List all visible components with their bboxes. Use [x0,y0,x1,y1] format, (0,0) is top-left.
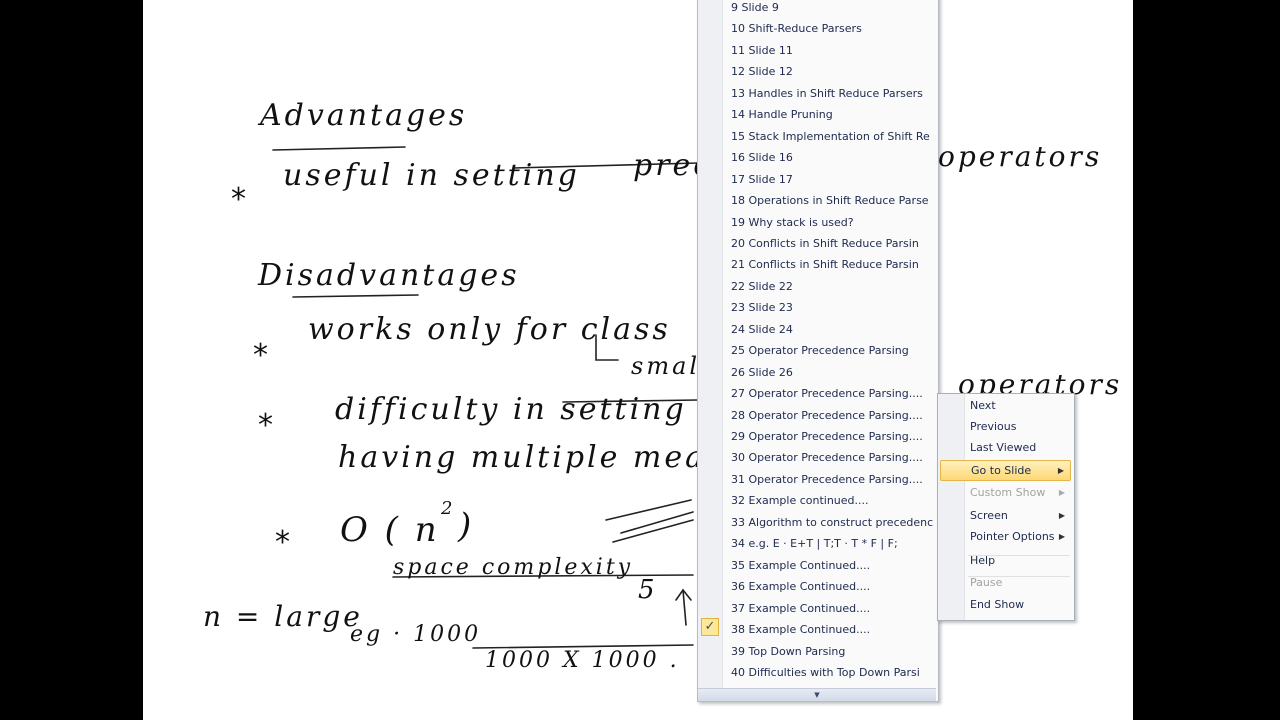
menu-item-label: Custom Show [970,486,1046,499]
submenu-arrow-icon: ▶ [1058,532,1065,541]
menu-item-label: Help [970,554,996,567]
dis-point-1: works only for class [308,312,671,347]
bullet-asterisk: * [231,182,249,217]
menu-item-label: Previous [970,420,1017,433]
slide-menu-item[interactable]: 15 Stack Implementation of Shift Re [698,126,936,147]
slide-menu-item[interactable]: 33 Algorithm to construct precedenc [698,512,936,533]
slide-menu-item[interactable]: 20 Conflicts in Shift Reduce Parsin [698,233,936,254]
slide-menu-item[interactable]: 40 Difficulties with Top Down Parsi [698,662,936,683]
slideshow-context-menu: Next Previous Last Viewed Go to Slide ▶ Custo… [937,393,1075,621]
slide-menu-item[interactable]: 12 Slide 12 [698,61,936,82]
menu-item-label: Go to Slide [971,464,1032,477]
slide-menu-item[interactable]: 17 Slide 17 [698,169,936,190]
slide-menu-item[interactable]: 32 Example continued.... [698,490,936,511]
slide-menu-item[interactable]: 13 Handles in Shift Reduce Parsers [698,83,936,104]
slide-menu-item[interactable]: 37 Example Continued.... [698,598,936,619]
space-complexity: space complexity [393,555,634,580]
bullet-asterisk: * [253,338,271,373]
goto-slide-submenu: ✓ 9 Slide 9 10 Shift-Reduce Parsers 11 Sli… [697,0,939,702]
slide-menu-item[interactable]: 30 Operator Precedence Parsing.... [698,447,936,468]
menu-item-previous[interactable]: Previous [940,416,1071,437]
slide-menu-item[interactable]: 22 Slide 22 [698,276,936,297]
dis-point-2: difficulty in setting [335,392,687,427]
submenu-arrow-icon: ▶ [1058,511,1065,520]
menu-item-pause: Pause [940,572,1071,593]
slide-menu-item[interactable]: 25 Operator Precedence Parsing [698,340,936,361]
slide-menu-item[interactable]: 31 Operator Precedence Parsing.... [698,469,936,490]
n-large: n = large [203,600,363,633]
slide-menu-item[interactable]: 29 Operator Precedence Parsing.... [698,426,936,447]
menu-item-last-viewed[interactable]: Last Viewed [940,437,1071,458]
slide-menu-item[interactable]: 36 Example Continued.... [698,576,936,597]
dis-point-2-line2: having multiple mea [338,440,707,475]
slide-menu-item[interactable]: 14 Handle Pruning [698,104,936,125]
slide-menu-item[interactable]: 9 Slide 9 [698,0,936,18]
menu-item-label: End Show [970,598,1025,611]
dis-title: Disadvantages [258,258,520,293]
menu-item-label: Pause [970,576,1003,589]
menu-item-label: Pointer Options [970,530,1055,543]
menu-item-pointer-options[interactable]: Pointer Options ▶ [940,526,1071,547]
menu-item-label: Screen [970,509,1008,522]
slide-menu-item[interactable]: 21 Conflicts in Shift Reduce Parsin [698,254,936,275]
slide-menu-item[interactable]: 19 Why stack is used? [698,212,936,233]
menu-item-label: Last Viewed [970,441,1037,454]
slide-menu-item[interactable]: 38 Example Continued.... [698,619,936,640]
submenu-arrow-icon: ▶ [1057,466,1064,475]
adv-title: Advantages [260,98,468,133]
slide-menu-item[interactable]: 35 Example Continued.... [698,555,936,576]
product-value: 1000 X 1000 . [485,648,680,673]
menu-item-next[interactable]: Next [940,395,1071,416]
slide-menu-item[interactable]: 18 Operations in Shift Reduce Parse [698,190,936,211]
slide-menu-item[interactable]: 23 Slide 23 [698,297,936,318]
slide-menu-item[interactable]: 11 Slide 11 [698,40,936,61]
adv-point-1: useful in setting [283,158,580,193]
slide-menu-item[interactable]: 16 Slide 16 [698,147,936,168]
menu-item-go-to-slide[interactable]: Go to Slide ▶ [940,460,1071,481]
menu-item-custom-show: Custom Show ▶ [940,482,1071,503]
menu-item-screen[interactable]: Screen ▶ [940,505,1071,526]
slide-menu-item[interactable]: 26 Slide 26 [698,362,936,383]
note-five: 5 [638,575,658,605]
menu-item-help[interactable]: Help [940,550,1071,571]
submenu-arrow-icon: ▶ [1058,488,1065,497]
scroll-down-arrow-icon[interactable]: ▼ [698,688,936,701]
menu-item-label: Next [970,399,996,412]
slide-menu-item[interactable]: 24 Slide 24 [698,319,936,340]
slide-menu-item[interactable]: 10 Shift-Reduce Parsers [698,18,936,39]
slide-menu-item[interactable]: 27 Operator Precedence Parsing.... [698,383,936,404]
eg-value: eg · 1000 [350,622,482,647]
menu-item-end-show[interactable]: End Show [940,594,1071,615]
slide-menu-item[interactable]: 34 e.g. E · E+T | T;T · T * F | F; [698,533,936,554]
adv-point-1-end: operators [938,140,1103,173]
slide-menu-item[interactable]: 28 Operator Precedence Parsing.... [698,405,936,426]
dis-point-3-close: ) [458,506,475,546]
dis-point-3: O ( n [340,510,440,550]
dis-point-3-exp: 2 [441,498,456,519]
slide-menu-item[interactable]: 39 Top Down Parsing [698,641,936,662]
bullet-asterisk: * [275,525,293,560]
bullet-asterisk: * [258,408,276,443]
